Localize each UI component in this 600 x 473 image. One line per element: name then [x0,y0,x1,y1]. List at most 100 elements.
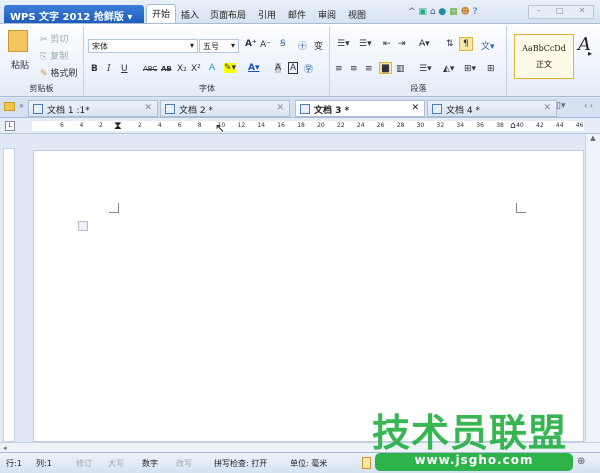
ruler-tick: 40 [516,122,524,129]
tab-document-1[interactable]: 文档 1 :1* ✕ [28,100,158,117]
paste-icon[interactable] [8,30,28,52]
window-icon[interactable]: ▣ [418,7,427,17]
status-caps: 大写 [108,459,124,468]
numbering-icon[interactable]: ☰▾ [359,39,372,49]
sort-icon[interactable]: ⇅ [446,39,454,49]
menu-page-layout[interactable]: 页面布局 [205,6,251,23]
browser-icon[interactable]: ● [438,7,446,17]
shrink-font-button[interactable]: A⁻ [260,40,271,50]
status-unit[interactable]: 单位: 毫米 [290,458,327,469]
watermark-logo: 技术员联盟 [372,411,568,455]
superscript-button[interactable]: X² [191,64,201,74]
clipboard-label: 剪贴板 [29,84,54,93]
document-page[interactable] [33,150,584,442]
document-tabs: » 文档 1 :1* ✕ 文档 2 * ✕ 文档 3 * ✕ 文档 4 * ✕ ▯▾ ‹… [0,98,600,118]
tab-scroll-icons[interactable]: ‹ › [584,101,593,110]
close-tab-icon[interactable]: ✕ [276,103,284,113]
underline-button[interactable]: U [121,64,128,74]
paste-button[interactable]: 粘贴 [11,58,29,71]
distribute-icon[interactable]: ▥ [396,64,405,74]
vertical-scrollbar[interactable]: ▲ [585,134,600,442]
clear-format-icon[interactable]: Ꞩ [280,39,286,49]
font-size-select[interactable]: 五号 ▾ [199,39,239,53]
bullets-icon[interactable]: ☰▾ [337,39,350,49]
copy-button[interactable]: ⎘ 复制 [40,49,68,62]
close-tab-icon[interactable]: ✕ [411,103,419,113]
right-indent-marker-icon[interactable]: ⌂ [510,121,516,131]
tab-stop-icon[interactable]: L [5,121,15,131]
font-color-icon[interactable]: A▾ [248,63,259,73]
shading-icon[interactable]: ◭▾ [443,64,454,74]
zoom-in-icon[interactable]: ⊕ [577,456,585,467]
align-right-icon[interactable]: ≡ [365,64,373,74]
cut-button[interactable]: ✂ 剪切 [40,32,68,45]
status-overwrite[interactable]: 改写 [176,458,192,469]
char-scale-icon[interactable]: A̶▾ [419,39,430,49]
align-center-icon[interactable]: ≡ [350,64,358,74]
tab-document-4[interactable]: 文档 4 * ✕ [427,100,557,117]
open-folder-icon[interactable] [4,102,15,111]
highlight-icon[interactable]: ✎▾ [224,63,237,73]
justify-icon[interactable]: ▆ [379,62,392,74]
tab-document-3[interactable]: 文档 3 * ✕ [295,100,425,117]
user-icon[interactable]: ☻ [461,7,470,17]
double-strike-button[interactable]: AB [161,65,172,73]
menu-view[interactable]: 视图 [343,6,371,23]
align-left-icon[interactable]: ≡ [335,64,343,74]
increase-indent-icon[interactable]: ⇥ [398,39,406,49]
collapse-icon[interactable]: ^ [408,7,416,17]
tabs-more-icon[interactable]: » [19,101,24,110]
horizontal-ruler[interactable]: L 6 4 2 2 4 6 8 10 12 14 16 18 20 22 24 26 28 30 32 34 36 38 4… [0,118,600,134]
change-case-icon[interactable]: 变 [314,39,323,52]
app-menu-button[interactable]: WPS 文字 2012 抢鲜版 ▾ [4,5,144,24]
close-icon[interactable]: ✕ [579,6,586,18]
char-shading-icon[interactable]: A [275,63,282,73]
menu-review[interactable]: 审阅 [313,6,341,23]
char-border-icon[interactable]: A [288,62,299,74]
menu-insert[interactable]: 插入 [176,6,204,23]
show-marks-icon[interactable]: ¶ [459,37,473,51]
format-painter-button[interactable]: ✎ 格式刷 [40,66,77,79]
page-view-icon[interactable] [362,457,371,469]
menu-mail[interactable]: 邮件 [283,6,311,23]
margin-corner [109,203,119,213]
line-spacing-icon[interactable]: ☰▾ [419,64,432,74]
vertical-ruler[interactable] [3,148,15,442]
indent-marker-icon[interactable]: ⧗ [114,119,122,133]
bold-button[interactable]: B [91,64,98,74]
pinyin-icon[interactable]: ㊉ [298,39,307,52]
maximize-icon[interactable]: □ [556,6,564,18]
strikethrough-button[interactable]: ABC [143,65,157,73]
ruler-tick: 6 [60,122,64,129]
styles-more-icon[interactable]: ▸ [588,49,592,58]
menu-home[interactable]: 开始 [146,4,177,23]
subscript-button[interactable]: X₂ [177,64,187,74]
ruler-tick: 8 [197,122,202,129]
menu-references[interactable]: 引用 [253,6,281,23]
skin-icon[interactable]: ▦ [449,7,458,17]
tab-document-2[interactable]: 文档 2 * ✕ [160,100,290,117]
text-effect-icon[interactable]: A [209,63,215,73]
style-normal[interactable]: AaBbCcDd 正文 [514,34,574,79]
home-icon[interactable]: ⌂ [430,7,436,17]
group-font: 宋体 ▾ 五号 ▾ A⁺ A⁻ Ꞩ ㊉ 变 B I U ABC AB X₂ X² A… [85,26,330,96]
decrease-indent-icon[interactable]: ⇤ [383,39,391,49]
grow-font-button[interactable]: A⁺ [245,39,257,49]
status-revise[interactable]: 修订 [76,458,92,469]
close-tab-icon[interactable]: ✕ [144,103,152,113]
scroll-left-icon[interactable]: ◂ [3,444,7,452]
close-tab-icon[interactable]: ✕ [543,103,551,113]
font-name-select[interactable]: 宋体 ▾ [88,39,198,53]
chinese-layout-icon[interactable]: 文▾ [481,39,495,52]
italic-button[interactable]: I [107,64,111,74]
table-grid-icon[interactable]: ⊞ [487,64,495,74]
new-document-icon[interactable]: ▯▾ [556,101,565,111]
borders-icon[interactable]: ⊞▾ [464,64,476,74]
minimize-icon[interactable]: – [537,6,541,18]
help-icon[interactable]: ? [473,7,478,17]
ruler-tick: 4 [157,122,162,129]
scroll-up-icon[interactable]: ▲ [586,134,600,142]
status-spell-check[interactable]: 拼写检查: 打开 [214,458,267,469]
font-label: 字体 [199,84,215,93]
enclose-char-icon[interactable]: ㊫ [304,62,313,75]
